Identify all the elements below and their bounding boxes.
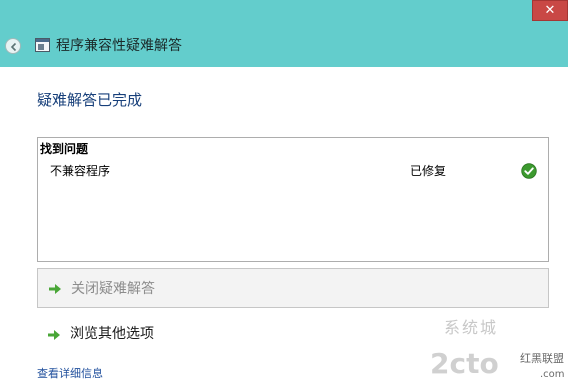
- watermark-line3: 红黑联盟: [520, 352, 564, 365]
- close-troubleshooter-label: 关闭疑难解答: [71, 281, 155, 297]
- problems-found-panel: 找到问题 不兼容程序 已修复: [37, 137, 549, 262]
- explore-other-options-button[interactable]: 浏览其他选项: [37, 320, 297, 350]
- back-arrow-icon: [10, 42, 17, 52]
- green-check-icon: [521, 163, 537, 179]
- view-details-link[interactable]: 查看详细信息: [37, 366, 103, 381]
- explore-other-options-label: 浏览其他选项: [70, 326, 154, 342]
- watermark-line4: .com: [540, 369, 565, 380]
- title-bar: ✕ 程序兼容性疑难解答: [0, 0, 568, 67]
- compatibility-troubleshooter-icon: [35, 38, 50, 52]
- watermark-line1: 系统城: [444, 318, 499, 337]
- watermark: 系统城 2cto 红黑联盟 .com: [400, 300, 568, 391]
- green-arrow-icon: [49, 284, 61, 294]
- back-button[interactable]: [5, 38, 21, 54]
- window-title: 程序兼容性疑难解答: [56, 38, 182, 54]
- problem-status: 已修复: [410, 164, 447, 178]
- green-arrow-icon: [48, 330, 60, 340]
- problem-name: 不兼容程序: [50, 164, 111, 178]
- problem-row: 不兼容程序 已修复: [38, 163, 548, 181]
- page-heading: 疑难解答已完成: [37, 91, 143, 109]
- problems-found-header: 找到问题: [40, 142, 89, 156]
- close-icon: ✕: [544, 3, 556, 18]
- watermark-line2: 2cto: [430, 347, 499, 380]
- close-button[interactable]: ✕: [532, 0, 568, 21]
